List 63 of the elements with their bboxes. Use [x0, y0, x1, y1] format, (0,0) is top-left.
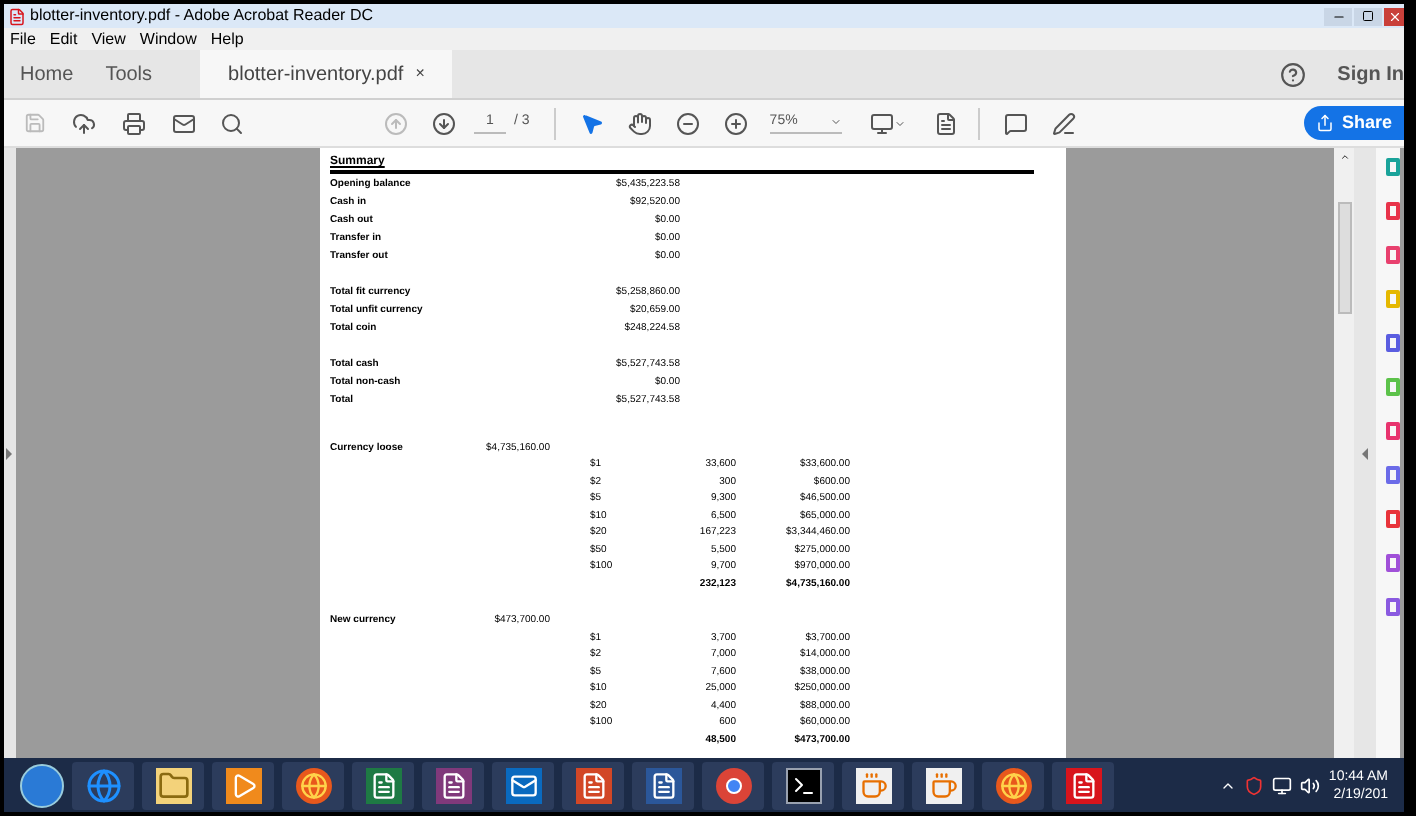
help-icon[interactable] — [1279, 61, 1306, 87]
tool-icon[interactable] — [1386, 466, 1400, 484]
folder-icon[interactable] — [155, 767, 191, 803]
menu-item[interactable]: Help — [210, 29, 244, 49]
tab[interactable]: Tools — [89, 50, 169, 98]
tool-icon[interactable] — [1386, 202, 1400, 220]
mail-app-icon[interactable] — [505, 767, 541, 803]
share-icon — [1315, 114, 1334, 132]
close-tab-button[interactable]: × — [415, 62, 425, 86]
coffee-cup-icon[interactable] — [855, 767, 891, 803]
scroll-up-icon[interactable] — [1339, 152, 1349, 162]
share-button[interactable]: Share — [1303, 106, 1404, 140]
browser-icon[interactable] — [995, 767, 1031, 803]
menu-item[interactable]: Edit — [49, 29, 78, 49]
hand-tool-icon[interactable] — [627, 111, 652, 135]
tab[interactable]: Home — [4, 50, 90, 98]
zoom-in-icon[interactable] — [723, 111, 748, 135]
menu-item[interactable]: Window — [139, 29, 197, 49]
shield-icon[interactable] — [1244, 775, 1265, 795]
volume-icon[interactable] — [1300, 775, 1321, 795]
sign-in-link[interactable]: Sign In — [1337, 59, 1404, 89]
close-icon — [1387, 9, 1401, 23]
expand-arrow-icon[interactable] — [6, 447, 12, 459]
print-icon[interactable] — [122, 111, 146, 135]
browser-icon[interactable] — [295, 767, 331, 803]
notebook-app-icon[interactable] — [435, 767, 471, 803]
mail-icon[interactable] — [172, 111, 196, 135]
tab[interactable]: blotter-inventory.pdf × — [200, 50, 453, 98]
minimize-button[interactable] — [1324, 7, 1352, 25]
network-icon[interactable] — [1272, 775, 1293, 795]
tool-icon[interactable] — [1386, 598, 1400, 616]
next-page-icon[interactable] — [432, 111, 456, 135]
tool-icon[interactable] — [1386, 510, 1400, 528]
pen-icon[interactable] — [1051, 111, 1076, 135]
maximize-icon — [1362, 10, 1374, 22]
document-app-icon[interactable] — [645, 767, 681, 803]
search-icon[interactable] — [220, 111, 244, 135]
upload-cloud-icon[interactable] — [72, 111, 96, 135]
tool-icon[interactable] — [1386, 554, 1400, 572]
tool-icon[interactable] — [1386, 158, 1400, 176]
spreadsheet-app-icon[interactable] — [365, 767, 401, 803]
media-player-icon[interactable] — [225, 767, 261, 803]
start-button[interactable] — [20, 763, 64, 807]
scrollbar-thumb[interactable] — [1337, 202, 1351, 314]
comment-icon[interactable] — [1003, 111, 1028, 135]
caret-icon — [829, 116, 842, 128]
pointer-tool-icon[interactable] — [579, 111, 604, 135]
pdf-app-icon[interactable] — [1065, 767, 1101, 803]
menu-item[interactable]: File — [10, 29, 36, 49]
presentation-app-icon[interactable] — [575, 767, 611, 803]
window-title: blotter-inventory.pdf - Adobe Acrobat Reader DC — [30, 6, 373, 26]
tool-icon[interactable] — [1386, 246, 1400, 264]
close-button[interactable] — [1384, 7, 1404, 25]
tool-icon[interactable] — [1386, 422, 1400, 440]
coffee-cup-icon[interactable] — [925, 767, 961, 803]
tool-icon[interactable] — [1386, 334, 1400, 352]
terminal-icon[interactable] — [785, 767, 821, 803]
browser-icon[interactable] — [715, 767, 751, 803]
maximize-button[interactable] — [1354, 7, 1382, 25]
zoom-out-icon[interactable] — [675, 111, 700, 135]
collapse-arrow-icon[interactable] — [1362, 447, 1368, 459]
pdf-app-icon — [8, 7, 26, 25]
menu-item[interactable]: View — [91, 29, 126, 49]
